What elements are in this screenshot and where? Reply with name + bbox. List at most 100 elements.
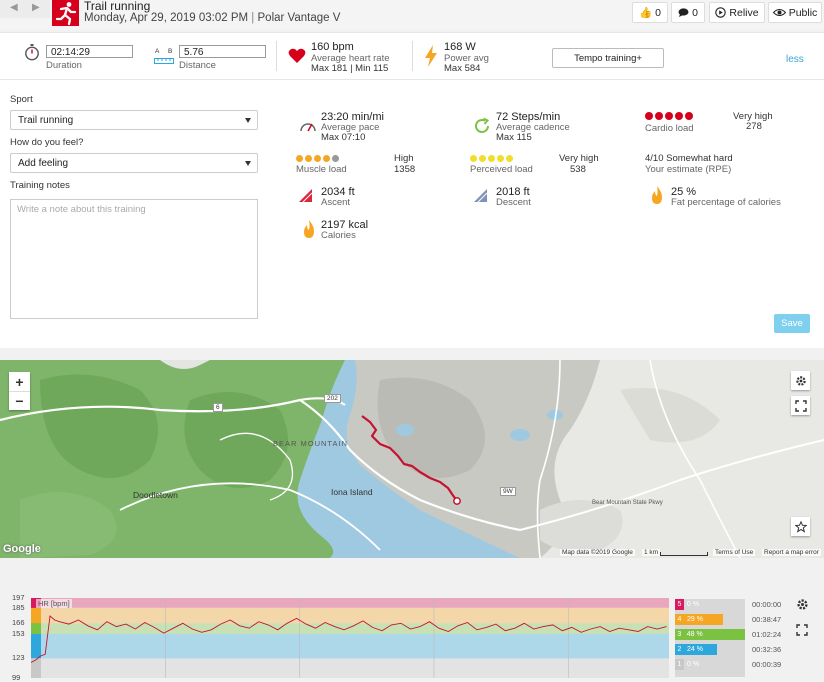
map-favorite-button[interactable]	[791, 517, 810, 536]
details-panel: Sport Trail running How do you feel? Add…	[0, 80, 824, 348]
power-max: Max 584	[444, 63, 481, 74]
map-route-shield: 6	[213, 403, 223, 412]
hr-zone-band	[31, 607, 669, 624]
map-scale-bar	[660, 552, 708, 556]
stopwatch-icon	[25, 44, 39, 61]
zone-time: 00:32:36	[752, 645, 782, 654]
relive-button[interactable]: Relive	[709, 2, 765, 23]
distance-input[interactable]: 5.76	[179, 45, 266, 58]
less-link[interactable]: less	[786, 54, 804, 65]
map-settings-button[interactable]	[791, 371, 810, 390]
map-route-shield: 9W	[500, 487, 516, 496]
duration-input[interactable]: 02:14:29	[46, 45, 133, 58]
relive-label: Relive	[729, 6, 759, 19]
distance-prefix-a: A	[155, 48, 160, 55]
perceived-load-value: 538	[570, 164, 586, 175]
hr-zone-row[interactable]: 4 29 %	[675, 614, 745, 625]
cardio-load-dots	[645, 112, 693, 120]
workout-separator: |	[251, 12, 255, 24]
zone-percent: 29 %	[684, 614, 724, 625]
hr-zone-band	[31, 658, 669, 678]
route-map[interactable]: BEAR MOUNTAIN Iona Island Doodletown Bea…	[0, 360, 824, 558]
notes-label: Training notes	[10, 180, 70, 191]
visibility-button[interactable]: Public	[768, 2, 822, 23]
hr-zone-row[interactable]: 3 48 %	[675, 629, 745, 640]
running-icon	[52, 0, 79, 26]
zone-percent: 0 %	[687, 601, 700, 608]
hr-value: 160 bpm	[311, 41, 354, 53]
y-tick-label: 166	[12, 618, 25, 628]
perceived-load-dots	[470, 155, 513, 162]
fullscreen-icon	[796, 624, 808, 636]
perceived-load-level: Very high	[559, 153, 599, 164]
gear-icon	[796, 598, 808, 610]
rpe-value: 4/10 Somewhat hard	[645, 153, 733, 164]
map-fullscreen-button[interactable]	[791, 396, 810, 415]
star-icon	[794, 520, 807, 533]
map-report-error-link[interactable]: Report a map error	[762, 549, 821, 556]
zone-time: 00:38:47	[752, 615, 782, 624]
comment-icon	[678, 8, 689, 17]
training-notes-textarea[interactable]: Write a note about this training	[10, 199, 258, 319]
zone-time: 01:02:24	[752, 630, 782, 639]
caret-down-icon	[245, 118, 251, 123]
pace-max: Max 07:10	[321, 132, 366, 143]
zone-percent: 48 %	[683, 629, 745, 640]
workout-device: Polar Vantage V	[257, 12, 341, 24]
power-value: 168 W	[444, 41, 476, 53]
load-dot	[479, 155, 486, 162]
calories-label: Calories	[321, 230, 356, 241]
load-dot	[665, 112, 673, 120]
comment-button[interactable]: 0	[671, 2, 705, 23]
save-button[interactable]: Save	[774, 314, 810, 333]
workout-nav: ◀ ▶	[0, 0, 50, 18]
hr-zone-row[interactable]: 50 %	[675, 599, 745, 610]
zone-number: 2	[675, 644, 684, 655]
next-arrow-icon[interactable]: ▶	[32, 2, 40, 13]
eye-icon	[772, 9, 786, 16]
map-zoom-controls: + −	[9, 372, 30, 410]
y-tick-label: 123	[12, 653, 25, 663]
zoom-out-button[interactable]: −	[9, 390, 30, 410]
prev-arrow-icon[interactable]: ◀	[10, 2, 18, 13]
like-button[interactable]: 👍 0	[632, 2, 668, 23]
hr-zone-band	[31, 598, 669, 608]
load-dot	[645, 112, 653, 120]
flame-icon	[652, 186, 662, 204]
y-tick-label: 99	[12, 673, 21, 682]
chart-fullscreen-button[interactable]	[793, 621, 811, 639]
tempo-training-button[interactable]: Tempo training+	[552, 48, 664, 68]
hr-max-min: Max 181 | Min 115	[311, 63, 389, 74]
load-dot	[323, 155, 330, 162]
ruler-icon	[154, 58, 174, 64]
sport-select[interactable]: Trail running	[10, 110, 258, 130]
perceived-load-label: Perceived load	[470, 164, 533, 175]
hr-chart[interactable]	[31, 592, 669, 680]
map-label-doodletown: Doodletown	[133, 490, 178, 500]
feel-select[interactable]: Add feeling	[10, 153, 258, 173]
chart-settings-button[interactable]	[793, 595, 811, 613]
map-label-iona: Iona Island	[331, 487, 373, 497]
map-scale-label: 1 km	[642, 549, 661, 556]
load-dot	[655, 112, 663, 120]
hr-zone-band	[31, 633, 669, 659]
load-dot	[296, 155, 303, 162]
summary-divider	[412, 41, 413, 71]
zone-time: 00:00:00	[752, 600, 782, 609]
muscle-load-value: 1358	[394, 164, 416, 175]
load-dot	[332, 155, 339, 162]
y-tick-label: 197	[12, 593, 25, 602]
map-terms-link[interactable]: Terms of Use	[713, 549, 756, 556]
zoom-in-button[interactable]: +	[15, 373, 23, 391]
hr-zone-row[interactable]: 2 24 %	[675, 644, 745, 655]
sport-select-value: Trail running	[18, 115, 74, 126]
descent-icon	[474, 189, 488, 203]
hr-chart-title: HR [bpm]	[36, 599, 72, 608]
map-label-bear-mountain: BEAR MOUNTAIN	[273, 439, 348, 448]
muscle-load-dots	[296, 155, 339, 162]
heart-icon	[288, 48, 306, 63]
fullscreen-icon	[794, 399, 807, 412]
visibility-label: Public	[788, 6, 818, 19]
load-dot	[488, 155, 495, 162]
hr-zone-row[interactable]: 10 %	[675, 659, 745, 670]
